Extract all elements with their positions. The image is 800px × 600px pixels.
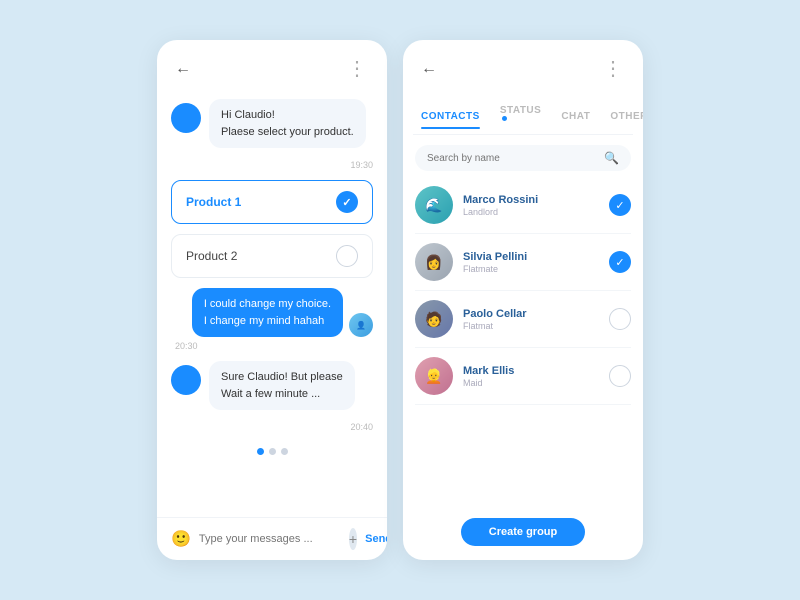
search-row: 🔍 [415, 145, 631, 171]
product-2-option[interactable]: Product 2 [171, 234, 373, 278]
contact-name-marco: Marco Rossini [463, 194, 599, 206]
pagination-dots [171, 442, 373, 461]
contact-check-marco[interactable]: ✓ [609, 194, 631, 216]
right-header: ← ⋮ [403, 40, 643, 91]
chat-body: Hi Claudio!Plaese select your product. 1… [157, 91, 387, 517]
left-header: ← ⋮ [157, 40, 387, 91]
dot-3 [281, 448, 288, 455]
add-attachment-button[interactable]: + [349, 528, 357, 550]
more-menu-button[interactable]: ⋮ [347, 56, 369, 81]
contact-avatar-silvia: 👩 [415, 243, 453, 281]
received-message-row-2: Sure Claudio! But pleaseWait a few minut… [171, 361, 373, 410]
contact-row-mark[interactable]: 👱 Mark Ellis Maid [415, 348, 631, 405]
contact-info-mark: Mark Ellis Maid [463, 365, 599, 388]
product-1-option[interactable]: Product 1 ✓ [171, 180, 373, 224]
contact-sub-marco: Landlord [463, 207, 599, 217]
send-button[interactable]: Send [365, 533, 387, 545]
message-time-2: 20:30 [175, 341, 198, 351]
back-button[interactable]: ← [175, 60, 191, 78]
contact-info-paolo: Paolo Cellar Flatmat [463, 308, 599, 331]
contact-check-paolo[interactable] [609, 308, 631, 330]
sent-bubble: I could change my choice.I change my min… [192, 288, 343, 337]
dot-2 [269, 448, 276, 455]
status-badge-dot [502, 116, 507, 121]
contact-avatar-paolo: 🧑 [415, 300, 453, 338]
contact-info-marco: Marco Rossini Landlord [463, 194, 599, 217]
contact-row-paolo[interactable]: 🧑 Paolo Cellar Flatmat [415, 291, 631, 348]
contact-name-mark: Mark Ellis [463, 365, 599, 377]
right-back-button[interactable]: ← [421, 60, 437, 78]
dot-1 [257, 448, 264, 455]
received-message-row: Hi Claudio!Plaese select your product. [171, 99, 373, 148]
contact-name-paolo: Paolo Cellar [463, 308, 599, 320]
message-input[interactable] [199, 533, 341, 545]
product-1-check: ✓ [336, 191, 358, 213]
message-time-1: 19:30 [171, 160, 373, 170]
contact-sub-mark: Maid [463, 378, 599, 388]
tab-contacts[interactable]: CONTACTS [413, 105, 488, 128]
right-more-menu-button[interactable]: ⋮ [603, 56, 625, 81]
contact-name-silvia: Silvia Pellini [463, 251, 599, 263]
user-avatar-small: 👤 [349, 313, 373, 337]
create-group-button[interactable]: Create group [461, 518, 585, 546]
tabs-row: CONTACTS STATUS CHAT OTHERS [403, 91, 643, 134]
contact-avatar-mark: 👱 [415, 357, 453, 395]
contact-sub-silvia: Flatmate [463, 264, 599, 274]
bot-avatar-2 [171, 365, 201, 395]
tab-others[interactable]: OTHERS [602, 105, 643, 128]
received-bubble-2: Sure Claudio! But pleaseWait a few minut… [209, 361, 355, 410]
search-icon: 🔍 [604, 151, 619, 165]
sent-message-row: I could change my choice.I change my min… [171, 288, 373, 337]
contacts-panel: ← ⋮ CONTACTS STATUS CHAT OTHERS 🔍 🌊 Marc… [403, 40, 643, 560]
chat-input-row: 🙂 + Send [157, 517, 387, 560]
message-time-3: 20:40 [171, 422, 373, 432]
contacts-list: 🌊 Marco Rossini Landlord ✓ 👩 Silvia Pell… [403, 177, 643, 508]
search-input[interactable] [427, 153, 598, 164]
contact-check-mark[interactable] [609, 365, 631, 387]
received-bubble: Hi Claudio!Plaese select your product. [209, 99, 366, 148]
contact-row-marco[interactable]: 🌊 Marco Rossini Landlord ✓ [415, 177, 631, 234]
contact-row-silvia[interactable]: 👩 Silvia Pellini Flatmate ✓ [415, 234, 631, 291]
product-2-label: Product 2 [186, 249, 237, 263]
tab-status[interactable]: STATUS [492, 99, 550, 134]
chat-panel: ← ⋮ Hi Claudio!Plaese select your produc… [157, 40, 387, 560]
contact-avatar-marco: 🌊 [415, 186, 453, 224]
emoji-button[interactable]: 🙂 [171, 529, 191, 549]
product-1-label: Product 1 [186, 195, 241, 209]
tabs-divider [413, 134, 633, 135]
contact-sub-paolo: Flatmat [463, 321, 599, 331]
create-group-row: Create group [403, 508, 643, 560]
bot-avatar [171, 103, 201, 133]
contact-info-silvia: Silvia Pellini Flatmate [463, 251, 599, 274]
contact-check-silvia[interactable]: ✓ [609, 251, 631, 273]
tab-chat[interactable]: CHAT [553, 105, 598, 128]
product-2-circle [336, 245, 358, 267]
